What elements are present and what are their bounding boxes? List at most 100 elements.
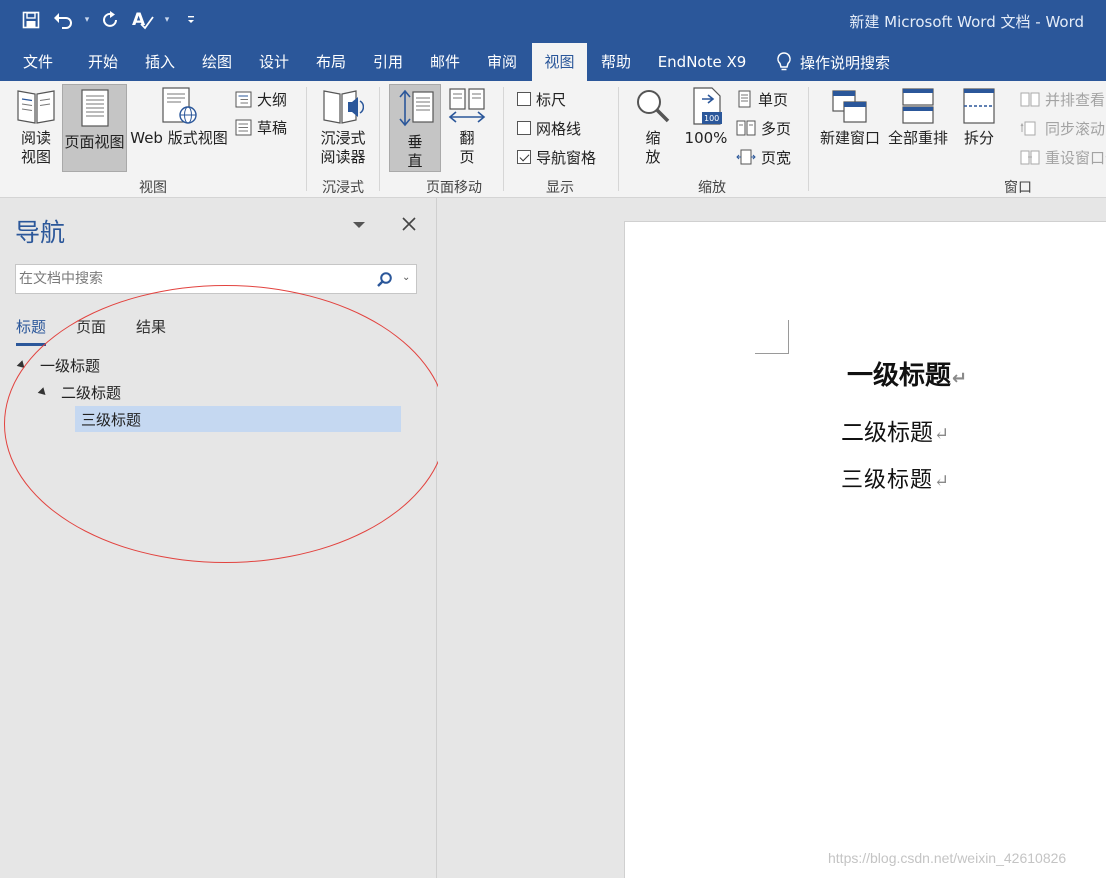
new-window-button[interactable]: 新建窗口 xyxy=(816,87,884,173)
split-label: 拆分 xyxy=(963,129,994,147)
nav-tab-pages[interactable]: 页面 xyxy=(76,316,106,346)
arrange-all-label: 全部重排 xyxy=(887,129,948,147)
print-layout-icon xyxy=(80,89,109,127)
page-width-button[interactable]: 页宽 xyxy=(736,146,791,168)
tab-mailings[interactable]: 邮件 xyxy=(422,43,468,81)
expand-collapse-icon[interactable] xyxy=(16,359,28,371)
search-icon[interactable] xyxy=(376,271,394,289)
print-layout-label: 页面视图 xyxy=(64,133,125,151)
zoom-label-1: 缩 xyxy=(645,129,661,147)
document-search-box[interactable]: ⌄ xyxy=(15,264,417,294)
tree-item-heading-2[interactable]: 二级标题 xyxy=(37,379,121,405)
search-options-dropdown[interactable]: ⌄ xyxy=(402,272,414,286)
immersive-reader-button[interactable]: 沉浸式 阅读器 xyxy=(314,87,372,173)
reset-window-position-button[interactable]: 重设窗口位 xyxy=(1020,146,1106,168)
side-by-side-icon xyxy=(1020,92,1040,106)
tell-me-search[interactable]: 操作说明搜索 xyxy=(776,43,890,81)
group-label-window: 窗口 xyxy=(1004,180,1032,196)
group-separator xyxy=(503,87,504,191)
zoom-100-icon: 100 xyxy=(693,87,722,125)
web-layout-label: Web 版式视图 xyxy=(130,129,228,147)
pane-options-icon[interactable] xyxy=(352,218,366,232)
tab-endnote[interactable]: EndNote X9 xyxy=(650,43,754,81)
tab-home[interactable]: 开始 xyxy=(80,43,126,81)
gridlines-checkbox[interactable]: 网格线 xyxy=(517,117,581,139)
web-layout-icon xyxy=(162,87,197,124)
search-input[interactable] xyxy=(19,268,359,290)
tab-references[interactable]: 引用 xyxy=(365,43,411,81)
web-layout-button[interactable]: Web 版式视图 xyxy=(128,87,230,173)
split-button[interactable]: 拆分 xyxy=(956,87,1002,173)
multiple-pages-button[interactable]: 多页 xyxy=(736,117,791,139)
arrange-all-button[interactable]: 全部重排 xyxy=(884,87,952,173)
spelling-icon[interactable]: A xyxy=(130,6,156,34)
zoom-100-button[interactable]: 100 100% xyxy=(682,87,730,173)
undo-dropdown-icon[interactable]: ▾ xyxy=(82,6,92,34)
quick-access-toolbar: ▾ A ▾ xyxy=(18,6,204,34)
heading-3[interactable]: 三级标题↵ xyxy=(841,462,950,494)
gridlines-check-box[interactable] xyxy=(517,121,531,135)
synchronous-scrolling-button[interactable]: 同步滚动 xyxy=(1020,117,1105,139)
ruler-check-box[interactable] xyxy=(517,92,531,106)
close-icon[interactable] xyxy=(400,215,418,233)
tab-review[interactable]: 审阅 xyxy=(479,43,525,81)
heading-2[interactable]: 二级标题↵ xyxy=(841,413,949,447)
tab-insert[interactable]: 插入 xyxy=(137,43,183,81)
heading-3-text: 三级标题 xyxy=(841,468,934,493)
group-label-show: 显示 xyxy=(546,180,574,196)
document-page[interactable]: 一级标题↵ 二级标题↵ 三级标题↵ xyxy=(624,221,1106,878)
gridlines-label: 网格线 xyxy=(536,119,582,138)
word-window: ▾ A ▾ 新建 Microsoft Word 文档 - Word 文件 开始 … xyxy=(0,0,1106,878)
immersive-reader-icon xyxy=(323,90,364,124)
expand-collapse-icon[interactable] xyxy=(37,386,49,398)
outline-button[interactable]: 大纲 xyxy=(235,88,287,110)
navigation-pane-label: 导航窗格 xyxy=(536,148,597,167)
read-mode-label-2: 视图 xyxy=(20,148,51,166)
ruler-checkbox[interactable]: 标尺 xyxy=(517,88,566,110)
zoom-100-label: 100% xyxy=(684,129,728,147)
tab-design[interactable]: 设计 xyxy=(251,43,297,81)
navigation-pane-checkbox[interactable]: 导航窗格 xyxy=(517,146,596,168)
save-icon[interactable] xyxy=(18,6,44,34)
group-label-views: 视图 xyxy=(139,180,167,196)
zoom-magnifier-icon xyxy=(637,90,670,123)
group-separator xyxy=(808,87,809,191)
one-page-button[interactable]: 单页 xyxy=(736,88,788,110)
customize-icon[interactable] xyxy=(178,6,204,34)
view-side-by-side-button[interactable]: 并排查看 xyxy=(1020,88,1105,110)
paragraph-mark: ↵ xyxy=(934,424,950,445)
navigation-pane: 导航 ⌄ 标题 页面 结果 一级标题 二级标题 三级标题 xyxy=(0,198,447,878)
heading-1[interactable]: 一级标题↵ xyxy=(847,355,967,392)
reset-window-icon xyxy=(1020,150,1040,164)
tab-file[interactable]: 文件 xyxy=(14,43,62,81)
nav-tab-headings[interactable]: 标题 xyxy=(16,316,47,346)
tree-item-label: 一级标题 xyxy=(40,356,101,375)
side-to-side-label-1: 翻 xyxy=(459,129,475,147)
print-layout-button[interactable]: 页面视图 xyxy=(62,84,127,172)
nav-tab-results[interactable]: 结果 xyxy=(136,316,166,346)
zoom-button[interactable]: 缩 放 xyxy=(630,87,676,173)
group-separator xyxy=(379,87,380,191)
read-mode-button[interactable]: 阅读 视图 xyxy=(8,87,64,173)
navigation-pane-check-box[interactable] xyxy=(517,150,531,164)
tree-item-heading-1[interactable]: 一级标题 xyxy=(16,352,101,378)
group-separator xyxy=(618,87,619,191)
vertical-button[interactable]: 垂 直 xyxy=(389,84,441,172)
side-to-side-button[interactable]: 翻 页 xyxy=(443,87,491,173)
tab-draw[interactable]: 绘图 xyxy=(194,43,240,81)
undo-icon[interactable] xyxy=(50,6,76,34)
tell-me-label: 操作说明搜索 xyxy=(800,53,891,72)
tab-help[interactable]: 帮助 xyxy=(593,43,639,81)
vertical-label-2: 直 xyxy=(407,152,423,170)
spelling-dropdown-icon[interactable]: ▾ xyxy=(162,6,172,34)
tab-view[interactable]: 视图 xyxy=(532,43,587,81)
multiple-pages-label: 多页 xyxy=(761,119,792,138)
document-area: 一级标题↵ 二级标题↵ 三级标题↵ xyxy=(438,198,1106,878)
tree-item-heading-3[interactable]: 三级标题 xyxy=(75,406,401,432)
redo-icon[interactable] xyxy=(98,6,124,34)
draft-button[interactable]: 草稿 xyxy=(235,116,287,138)
sync-scroll-icon xyxy=(1020,121,1036,135)
tab-layout[interactable]: 布局 xyxy=(308,43,354,81)
split-icon xyxy=(963,88,995,124)
draft-icon xyxy=(235,119,252,135)
